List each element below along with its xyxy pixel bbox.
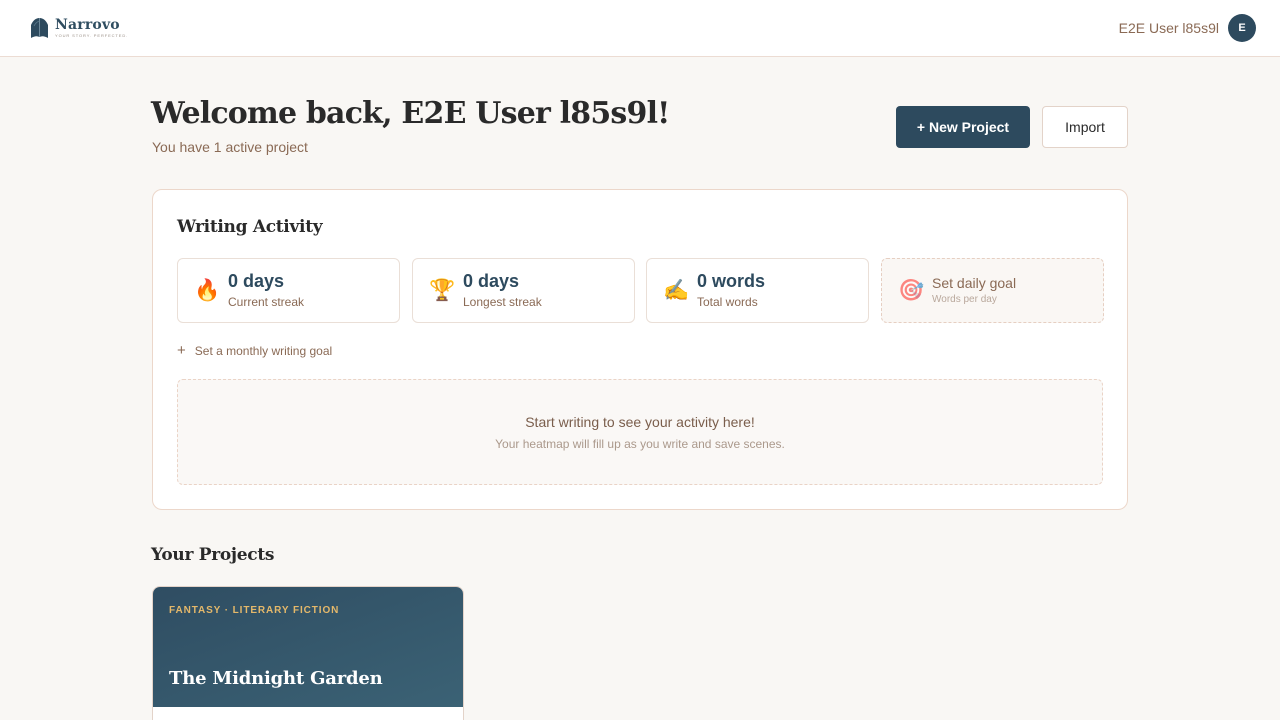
brand-name: Narrovo	[55, 17, 120, 33]
user-menu[interactable]: E2E User l85s9l E	[1119, 14, 1256, 42]
stat-label: Words per day	[932, 294, 997, 306]
writing-activity-title: Writing Activity	[177, 217, 323, 237]
stat-value: 0 days	[463, 271, 520, 292]
avatar[interactable]: E	[1228, 14, 1256, 42]
fire-icon: 🔥	[194, 279, 221, 302]
longest-streak-stat: 🏆 0 days Longest streak	[412, 258, 635, 323]
new-project-button[interactable]: + New Project	[896, 106, 1030, 148]
active-project-count: You have 1 active project	[152, 139, 308, 155]
brand-logo[interactable]: Narrovo Your story. Perfected.	[30, 17, 128, 39]
plus-icon: +	[177, 342, 186, 359]
projects-section-title: Your Projects	[151, 545, 275, 565]
writing-activity-card: Writing Activity 🔥 0 days Current streak…	[152, 189, 1128, 510]
user-name: E2E User l85s9l	[1118, 20, 1219, 36]
project-genre: Fantasy · Literary Fiction	[169, 605, 340, 616]
stat-label: Total words	[697, 294, 758, 309]
activity-heatmap-empty-state: Start writing to see your activity here!…	[177, 379, 1103, 485]
writing-hand-icon: ✍️	[663, 279, 690, 302]
total-words-stat: ✍️ 0 words Total words	[646, 258, 869, 323]
empty-state-title: Start writing to see your activity here!	[525, 413, 755, 430]
current-streak-stat: 🔥 0 days Current streak	[177, 258, 400, 323]
import-button[interactable]: Import	[1042, 106, 1128, 148]
brand-tagline: Your story. Perfected.	[55, 33, 129, 38]
trophy-icon: 🏆	[429, 279, 456, 302]
stat-value: Set daily goal	[932, 274, 1017, 291]
project-title: The Midnight Garden	[169, 668, 383, 689]
monthly-goal-label: Set a monthly writing goal	[194, 343, 333, 358]
page-title: Welcome back, E2E User l85s9l!	[151, 96, 670, 131]
stat-label: Current streak	[228, 294, 305, 309]
set-daily-goal-button[interactable]: 🎯 Set daily goal Words per day	[881, 258, 1104, 323]
project-card[interactable]: Fantasy · Literary Fiction The Midnight …	[152, 586, 464, 720]
stat-value: 0 words	[697, 271, 766, 292]
stat-value: 0 days	[228, 271, 285, 292]
project-cover: Fantasy · Literary Fiction The Midnight …	[153, 587, 463, 707]
set-monthly-goal-button[interactable]: + Set a monthly writing goal	[177, 343, 332, 358]
stat-label: Longest streak	[463, 294, 542, 309]
top-bar: Narrovo Your story. Perfected. E2E User …	[0, 0, 1280, 57]
empty-state-subtitle: Your heatmap will fill up as you write a…	[495, 436, 785, 451]
target-icon: 🎯	[898, 279, 925, 302]
book-logo-icon	[31, 18, 48, 38]
